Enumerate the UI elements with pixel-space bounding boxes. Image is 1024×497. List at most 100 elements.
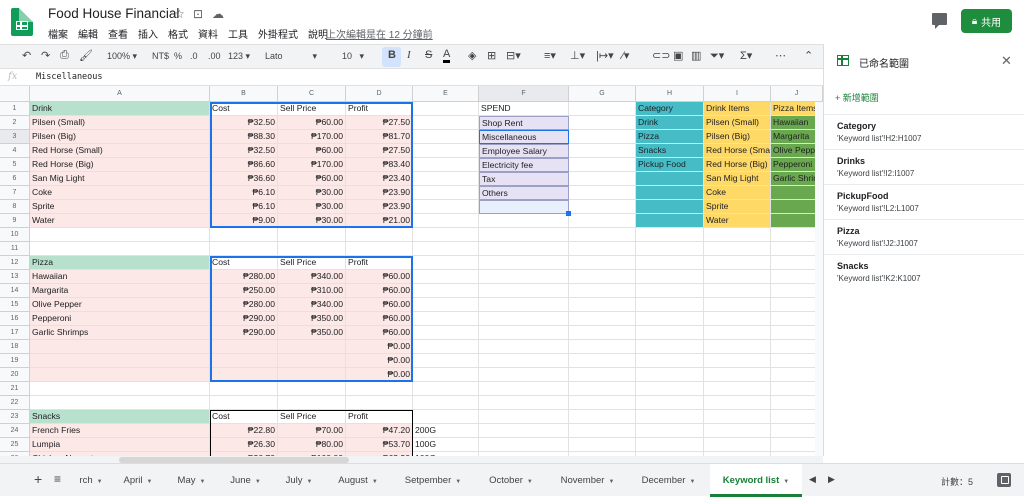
cell-b19[interactable] — [210, 354, 278, 368]
cell-b7[interactable]: ₱6.10 — [210, 186, 278, 200]
cell-d4[interactable]: ₱27.50 — [346, 144, 413, 158]
filter-icon[interactable]: ⏷▾ — [710, 49, 724, 63]
sheet-menu-caret-icon[interactable]: ▼ — [97, 479, 103, 485]
cell-a10[interactable] — [30, 228, 210, 242]
column-header[interactable]: B — [210, 86, 278, 102]
cell-a22[interactable] — [30, 396, 210, 410]
cell-c14[interactable]: ₱310.00 — [278, 284, 346, 298]
row-header[interactable]: 22 — [0, 396, 30, 410]
cell-a6[interactable]: San Mig Light — [30, 172, 210, 186]
cell-h19[interactable] — [636, 354, 704, 368]
formula-input[interactable]: Miscellaneous — [36, 72, 103, 82]
cell-f9[interactable] — [479, 214, 569, 228]
column-header[interactable]: C — [278, 86, 346, 102]
column-header[interactable]: D — [346, 86, 413, 102]
cell-e12[interactable] — [413, 256, 479, 270]
cell-c18[interactable] — [278, 340, 346, 354]
paint-format-icon[interactable]: 🖌︎ — [79, 49, 93, 62]
cell-b9[interactable]: ₱9.00 — [210, 214, 278, 228]
cell-d20[interactable]: ₱0.00 — [346, 368, 413, 382]
cell-h17[interactable] — [636, 326, 704, 340]
cell-g11[interactable] — [569, 242, 636, 256]
cell-e1[interactable] — [413, 102, 479, 116]
cell-f8[interactable] — [479, 200, 569, 214]
all-sheets-icon[interactable]: ≡ — [54, 472, 61, 486]
cell-d14[interactable]: ₱60.00 — [346, 284, 413, 298]
cell-e18[interactable] — [413, 340, 479, 354]
cell-f7[interactable]: Others — [479, 186, 569, 200]
cell-g8[interactable] — [569, 200, 636, 214]
cell-a8[interactable]: Sprite — [30, 200, 210, 214]
cell-b22[interactable] — [210, 396, 278, 410]
cell-d8[interactable]: ₱23.90 — [346, 200, 413, 214]
scroll-tabs-left-icon[interactable]: ◀ — [809, 474, 816, 485]
row-header[interactable]: 5 — [0, 158, 30, 172]
cell-g18[interactable] — [569, 340, 636, 354]
row-header[interactable]: 25 — [0, 438, 30, 452]
sheet-tab[interactable]: November ▼ — [548, 464, 627, 497]
cell-e8[interactable] — [413, 200, 479, 214]
cell-h18[interactable] — [636, 340, 704, 354]
fill-color-icon[interactable]: ◈ — [468, 49, 476, 62]
cell-b2[interactable]: ₱32.50 — [210, 116, 278, 130]
cell-b23[interactable]: Cost — [210, 410, 278, 424]
cell-e9[interactable] — [413, 214, 479, 228]
cell-b24[interactable]: ₱22.80 — [210, 424, 278, 438]
column-header[interactable]: F — [479, 86, 569, 102]
cell-d22[interactable] — [346, 396, 413, 410]
menu-item[interactable]: 查看 — [108, 26, 128, 41]
cell-f16[interactable] — [479, 312, 569, 326]
cell-h1[interactable]: Category — [636, 102, 704, 116]
cell-h11[interactable] — [636, 242, 704, 256]
row-header[interactable]: 13 — [0, 270, 30, 284]
cell-b11[interactable] — [210, 242, 278, 256]
menu-item[interactable]: 插入 — [138, 26, 158, 41]
cell-f10[interactable] — [479, 228, 569, 242]
cell-h25[interactable] — [636, 438, 704, 452]
bold-button[interactable]: B — [388, 49, 396, 61]
cell-i19[interactable] — [704, 354, 771, 368]
cell-a13[interactable]: Hawaiian — [30, 270, 210, 284]
font-select[interactable]: Lato ▾ — [265, 51, 317, 62]
italic-button[interactable]: I — [407, 49, 411, 61]
cell-a25[interactable]: Lumpia — [30, 438, 210, 452]
row-header[interactable]: 8 — [0, 200, 30, 214]
row-header[interactable]: 12 — [0, 256, 30, 270]
cell-g17[interactable] — [569, 326, 636, 340]
cell-f22[interactable] — [479, 396, 569, 410]
cell-f21[interactable] — [479, 382, 569, 396]
menu-item[interactable]: 外掛程式 — [258, 26, 298, 41]
sheet-menu-caret-icon[interactable]: ▼ — [147, 479, 153, 485]
cell-h15[interactable] — [636, 298, 704, 312]
cell-e15[interactable] — [413, 298, 479, 312]
cell-i16[interactable] — [704, 312, 771, 326]
cell-e6[interactable] — [413, 172, 479, 186]
sheets-logo-icon[interactable] — [11, 8, 33, 36]
cell-g9[interactable] — [569, 214, 636, 228]
cell-b25[interactable]: ₱26.30 — [210, 438, 278, 452]
menu-item[interactable]: 資料 — [198, 26, 218, 41]
increase-decimal-button[interactable]: .00 — [208, 51, 221, 61]
cell-e13[interactable] — [413, 270, 479, 284]
column-header[interactable]: J — [771, 86, 823, 102]
cell-f5[interactable]: Electricity fee — [479, 158, 569, 172]
sheet-menu-caret-icon[interactable]: ▼ — [306, 479, 312, 485]
cell-d9[interactable]: ₱21.00 — [346, 214, 413, 228]
named-range-item[interactable]: Drinks 'Keyword list'!I2:I1007 — [824, 149, 1024, 184]
cell-e10[interactable] — [413, 228, 479, 242]
zoom-select[interactable]: 100% ▾ — [107, 51, 137, 62]
cell-f25[interactable] — [479, 438, 569, 452]
cell-c19[interactable] — [278, 354, 346, 368]
sheet-menu-caret-icon[interactable]: ▼ — [689, 479, 695, 485]
named-range-item[interactable]: Category 'Keyword list'!H2:H1007 — [824, 114, 1024, 149]
cell-a24[interactable]: French Fries — [30, 424, 210, 438]
sheet-tab[interactable]: December ▼ — [629, 464, 708, 497]
add-sheet-icon[interactable]: + — [34, 471, 42, 487]
cell-h4[interactable]: Snacks — [636, 144, 704, 158]
cell-i1[interactable]: Drink Items — [704, 102, 771, 116]
cell-a2[interactable]: Pilsen (Small) — [30, 116, 210, 130]
cell-i17[interactable] — [704, 326, 771, 340]
row-header[interactable]: 11 — [0, 242, 30, 256]
row-header[interactable]: 15 — [0, 298, 30, 312]
more-options-icon[interactable]: ⋯ — [775, 49, 786, 62]
